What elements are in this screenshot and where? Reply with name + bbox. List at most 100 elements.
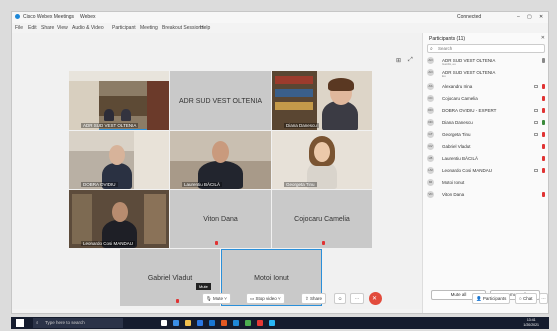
muted-mic-icon[interactable] (542, 132, 545, 137)
chrome-icon[interactable] (245, 320, 251, 326)
tile-label: ADR SUD VEST OLTENIA (81, 123, 139, 128)
tile-label: Leonardo Cosi MANDAU (81, 241, 136, 246)
tile-name: ADR SUD VEST OLTENIA (179, 97, 262, 105)
participant-name: Gabriel Vladut (442, 144, 471, 149)
close-panel-icon[interactable]: ✕ (541, 35, 545, 41)
close-button[interactable]: ✕ (539, 14, 543, 20)
share-button[interactable]: ⇪ Share (301, 293, 327, 304)
taskbar-search-input[interactable]: ⌕ Type here to search (33, 318, 123, 328)
search-placeholder: Search (438, 46, 453, 51)
video-tile-viton[interactable]: Viton Dana (170, 190, 271, 248)
participant-row[interactable]: LM Leonardo Cosi MANDAU (427, 166, 548, 176)
tile-name: Gabriel Vladut (147, 274, 193, 282)
avatar: CC (427, 95, 434, 102)
task-view-icon[interactable] (161, 320, 167, 326)
muted-mic-icon[interactable] (542, 144, 545, 149)
muted-mic-icon[interactable] (542, 168, 545, 173)
video-tile-laurentiu[interactable]: Laurentiu BĂCILĂ (170, 131, 271, 189)
mic-icon[interactable] (542, 120, 545, 125)
video-tile-leonardo[interactable]: Leonardo Cosi MANDAU (69, 190, 169, 248)
menu-breakout[interactable]: Breakout Sessions (162, 25, 204, 31)
more-panels-button[interactable]: ··· (539, 293, 548, 304)
muted-mic-icon[interactable] (542, 192, 545, 197)
video-tile-adr[interactable]: ADR SUD VEST OLTENIA (69, 71, 169, 130)
layout-icon[interactable]: ⊞ (396, 57, 401, 64)
menu-participant[interactable]: Participant (112, 25, 136, 31)
participant-name: Georgeta Tinu (442, 132, 471, 137)
video-tile-georgeta[interactable]: Georgeta Tinu (272, 131, 372, 189)
share-icon: ⇪ (305, 296, 309, 301)
maximize-button[interactable]: ▢ (527, 14, 532, 20)
word-icon[interactable] (233, 320, 239, 326)
participants-panel: Participants (11) ✕ ⌕ Search AO ADR SUD V… (422, 33, 548, 313)
avatar: AO (427, 57, 434, 64)
participants-button[interactable]: 👤 Participants (472, 293, 511, 304)
participant-role: Gazdă, eu (442, 62, 456, 66)
taskbar-search-placeholder: Type here to search (45, 320, 85, 325)
participant-row[interactable]: MI Motoi Ionut (427, 178, 548, 188)
stop-video-button[interactable]: ▭ Stop video ˅ (246, 293, 285, 304)
participant-name: Laurentiu BĂCILĂ (442, 156, 479, 161)
firefox-icon[interactable] (221, 320, 227, 326)
chat-label: Chat (522, 296, 533, 301)
participants-title: Participants (11) (429, 36, 466, 42)
clock-date: 1/20/2021 (523, 323, 539, 327)
muted-mic-icon[interactable] (542, 156, 545, 161)
participant-row[interactable]: GV Gabriel Vladut (427, 142, 548, 152)
menu-help[interactable]: Help (200, 25, 210, 31)
avatar: LM (427, 167, 434, 174)
avatar: MI (427, 179, 434, 186)
participant-row[interactable]: DO DOBRA OVIDIU - EXPERT (427, 106, 548, 116)
mic-icon[interactable] (542, 58, 545, 63)
more-options-button[interactable]: ··· (350, 293, 364, 304)
video-tile-diana[interactable]: Diana Danescu (272, 71, 372, 130)
mute-button[interactable]: 🎙 Mute ˅ (202, 293, 231, 304)
meeting-toolbar: 🎙 Mute ˅ ▭ Stop video ˅ ⇪ Share ☺ ··· ✕ … (12, 288, 548, 309)
webex-icon[interactable] (269, 320, 275, 326)
participant-row[interactable]: AO ADR SUD VEST OLTENIA Eu (427, 68, 548, 78)
windows-start-icon[interactable] (16, 319, 24, 327)
video-tile-cojocaru[interactable]: Cojocaru Camelia (272, 190, 372, 248)
menu-file[interactable]: File (15, 25, 23, 31)
camera-icon (534, 109, 538, 112)
expand-icon[interactable]: ⤢ (408, 57, 413, 64)
menu-share[interactable]: Share (41, 25, 54, 31)
video-tile-dobra[interactable]: DOBRA OVIDIU (69, 131, 169, 189)
muted-mic-icon[interactable] (542, 84, 545, 89)
title-bar: Cisco Webex Meetings Webex Connected – ▢… (12, 12, 548, 23)
minimize-button[interactable]: – (517, 14, 520, 20)
system-clock: 13:41 1/20/2021 (523, 318, 539, 328)
participant-row[interactable]: DD Diana Danescu (427, 118, 548, 128)
participant-row[interactable]: LB Laurentiu BĂCILĂ (427, 154, 548, 164)
tile-label: Diana Danescu (284, 123, 319, 128)
avatar: AO (427, 69, 434, 76)
edge-icon[interactable] (173, 320, 179, 326)
search-icon: ⌕ (430, 46, 433, 52)
participant-row[interactable]: AS Alexandru Irina (427, 82, 548, 92)
share-label: Share (310, 296, 323, 301)
participants-search-input[interactable]: ⌕ Search (427, 44, 545, 53)
window-title: Cisco Webex Meetings (23, 14, 75, 20)
menu-meeting[interactable]: Meeting (140, 25, 158, 31)
reactions-button[interactable]: ☺ (334, 293, 346, 304)
video-tile-adr-name[interactable]: ADR SUD VEST OLTENIA (170, 71, 271, 130)
chat-button[interactable]: ○ Chat (515, 293, 537, 304)
muted-mic-icon[interactable] (542, 96, 545, 101)
pdf-icon[interactable] (257, 320, 263, 326)
participant-row[interactable]: GT Georgeta Tinu (427, 130, 548, 140)
muted-mic-icon[interactable] (542, 108, 545, 113)
store-icon[interactable] (197, 320, 203, 326)
participant-row[interactable]: AO ADR SUD VEST OLTENIA Gazdă, eu (427, 56, 548, 66)
file-explorer-icon[interactable] (185, 320, 191, 326)
tile-label: Georgeta Tinu (284, 182, 317, 187)
menu-audio-video[interactable]: Audio & Video (72, 25, 104, 31)
participant-row[interactable]: VD Viton Dana (427, 190, 548, 200)
tile-name: Viton Dana (203, 216, 238, 224)
mail-icon[interactable] (209, 320, 215, 326)
participant-name: Diana Danescu (442, 120, 473, 125)
participant-row[interactable]: CC Cojocaru Camelia (427, 94, 548, 104)
leave-meeting-button[interactable]: ✕ (369, 292, 382, 305)
menu-edit[interactable]: Edit (28, 25, 37, 31)
menu-view[interactable]: View (57, 25, 68, 31)
avatar: VD (427, 191, 434, 198)
